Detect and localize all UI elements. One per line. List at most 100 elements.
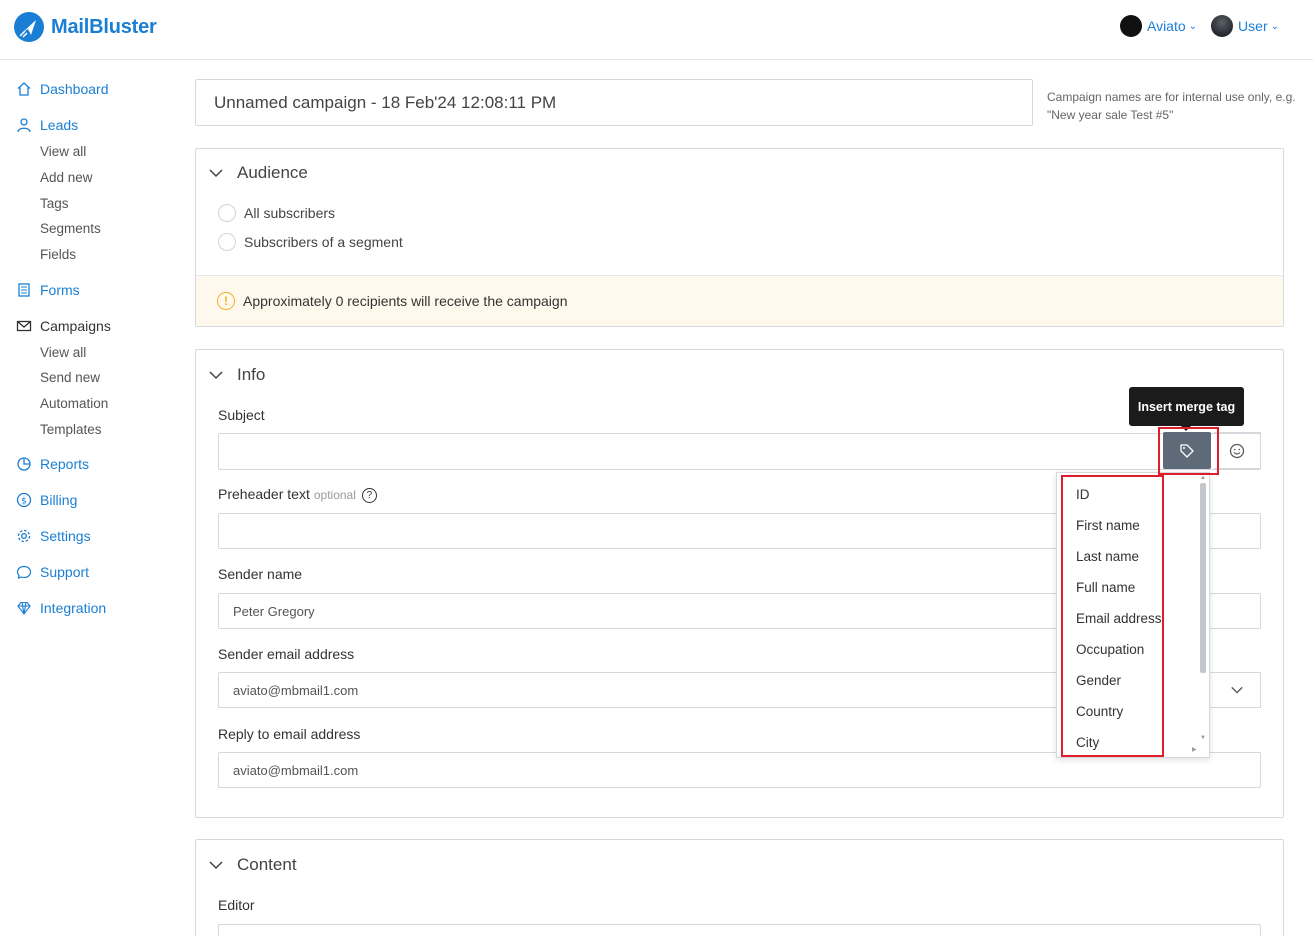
merge-tag-option[interactable]: First name xyxy=(1076,518,1140,533)
sidebar-subitem[interactable]: View all xyxy=(40,345,86,360)
editor-label: Editor xyxy=(218,897,255,913)
audience-option-all[interactable]: All subscribers xyxy=(218,204,335,222)
svg-text:$: $ xyxy=(21,497,27,507)
chevron-down-icon: ⌄ xyxy=(1188,20,1198,32)
recipients-notice: ! Approximately 0 recipients will receiv… xyxy=(196,275,1283,326)
account-switcher[interactable]: Aviato ⌄ xyxy=(1119,15,1198,37)
brand-name: MailBluster xyxy=(51,15,157,38)
optional-badge: optional xyxy=(313,488,356,502)
content-panel: Content Editor xyxy=(195,839,1284,936)
merge-tag-option[interactable]: Email address xyxy=(1076,611,1162,626)
dropdown-scrollbar[interactable] xyxy=(1200,483,1206,673)
sidebar-item-campaigns[interactable]: Campaigns xyxy=(16,318,111,334)
chat-icon xyxy=(16,565,32,579)
sidebar-subitem[interactable]: Send new xyxy=(40,370,100,385)
info-title: Info xyxy=(237,365,266,384)
sidebar-subitem[interactable]: Segments xyxy=(40,221,101,236)
merge-tag-option[interactable]: ID xyxy=(1076,487,1090,502)
radio-label: All subscribers xyxy=(244,205,336,221)
scroll-right-icon[interactable]: ▶ xyxy=(1192,746,1197,753)
sidebar-item-dashboard[interactable]: Dashboard xyxy=(16,81,109,97)
sidebar-label: Leads xyxy=(40,117,79,133)
editor-select[interactable] xyxy=(218,924,1261,936)
sidebar-item-support[interactable]: Support xyxy=(16,564,89,580)
sidebar-subitem[interactable]: Automation xyxy=(40,396,108,411)
content-toggle[interactable]: Content xyxy=(208,855,297,875)
merge-tag-option[interactable]: Country xyxy=(1076,704,1123,719)
preheader-label: Preheader text optional? xyxy=(218,486,377,503)
user-avatar xyxy=(1211,15,1234,37)
scroll-down-icon[interactable]: ▼ xyxy=(1200,735,1206,741)
merge-tag-option[interactable]: Occupation xyxy=(1076,642,1144,657)
user-menu[interactable]: User ⌄ xyxy=(1211,15,1279,37)
chevron-down-icon xyxy=(1231,686,1243,694)
sidebar-label: Campaigns xyxy=(40,318,111,334)
reply-to-label: Reply to email address xyxy=(218,726,361,742)
sidebar-subitem[interactable]: View all xyxy=(40,144,86,159)
envelope-icon xyxy=(16,320,32,332)
radio-label: Subscribers of a segment xyxy=(244,234,403,250)
sidebar-label: Billing xyxy=(40,492,78,508)
sidebar-item-billing[interactable]: $ Billing xyxy=(16,492,77,508)
recipients-notice-text: Approximately 0 recipients will receive … xyxy=(243,293,568,309)
pie-chart-icon xyxy=(17,457,31,471)
form-icon xyxy=(18,283,30,297)
sidebar-subitem[interactable]: Tags xyxy=(40,196,69,211)
sidebar-subitem[interactable]: Add new xyxy=(40,170,93,185)
sender-email-label: Sender email address xyxy=(218,646,355,662)
merge-tag-dropdown: ID First name Last name Full name Email … xyxy=(1056,472,1210,758)
emoji-button[interactable] xyxy=(1214,432,1261,469)
insert-merge-tag-button[interactable] xyxy=(1163,432,1211,469)
sidebar-item-integration[interactable]: Integration xyxy=(16,600,106,616)
campaign-name-hint: Campaign names are for internal use only… xyxy=(1047,90,1296,122)
user-name: User xyxy=(1238,18,1268,34)
chevron-down-icon xyxy=(209,861,223,870)
help-icon[interactable]: ? xyxy=(361,488,377,503)
smiley-icon xyxy=(1229,443,1245,458)
radio-button[interactable] xyxy=(218,233,236,251)
diamond-icon xyxy=(17,601,31,615)
audience-option-segment[interactable]: Subscribers of a segment xyxy=(218,233,403,251)
top-bar: MailBluster Aviato ⌄ User ⌄ xyxy=(0,0,1313,60)
brand-logo[interactable]: MailBluster xyxy=(14,12,157,42)
logo-icon xyxy=(14,12,44,42)
sidebar-item-reports[interactable]: Reports xyxy=(16,456,89,472)
account-name: Aviato xyxy=(1146,18,1186,34)
subject-input[interactable] xyxy=(218,433,1261,470)
sidebar-label: Reports xyxy=(40,456,90,472)
gear-icon xyxy=(17,529,31,543)
account-avatar xyxy=(1119,15,1142,37)
merge-tag-option[interactable]: City xyxy=(1076,735,1099,750)
sidebar-subitem[interactable]: Templates xyxy=(40,422,102,437)
sender-email-dropdown-button[interactable] xyxy=(1214,672,1261,708)
merge-tag-tooltip: Insert merge tag xyxy=(1129,387,1244,431)
user-icon xyxy=(17,118,31,133)
chevron-down-icon: ⌄ xyxy=(1270,20,1279,32)
scroll-up-icon[interactable]: ▲ xyxy=(1200,475,1206,481)
audience-toggle[interactable]: Audience xyxy=(208,163,308,183)
sidebar-label: Forms xyxy=(40,282,80,298)
tag-icon xyxy=(1180,443,1194,458)
campaign-name-input[interactable]: Unnamed campaign - 18 Feb'24 12:08:11 PM xyxy=(195,79,1033,126)
radio-button[interactable] xyxy=(218,204,236,222)
subject-label: Subject xyxy=(218,407,265,423)
merge-tag-option[interactable]: Full name xyxy=(1076,580,1135,595)
preheader-label-text: Preheader text xyxy=(218,486,310,502)
sidebar-label: Dashboard xyxy=(40,81,109,97)
sidebar-subitem[interactable]: Fields xyxy=(40,247,76,262)
content-title: Content xyxy=(237,855,297,874)
sidebar-item-settings[interactable]: Settings xyxy=(16,528,91,544)
info-toggle[interactable]: Info xyxy=(208,365,265,385)
chevron-down-icon xyxy=(209,169,223,178)
audience-panel: Audience All subscribers Subscribers of … xyxy=(195,148,1284,327)
chevron-down-icon xyxy=(209,371,223,380)
merge-tag-option[interactable]: Gender xyxy=(1076,673,1121,688)
sidebar-label: Support xyxy=(40,564,90,580)
merge-tag-option[interactable]: Last name xyxy=(1076,549,1139,564)
sidebar-item-forms[interactable]: Forms xyxy=(16,282,80,298)
sidebar-item-leads[interactable]: Leads xyxy=(16,117,78,133)
sidebar: Dashboard Leads View all Add new Tags Se… xyxy=(0,60,180,936)
sidebar-label: Settings xyxy=(40,528,91,544)
sidebar-label: Integration xyxy=(40,600,107,616)
dollar-icon: $ xyxy=(16,492,32,508)
